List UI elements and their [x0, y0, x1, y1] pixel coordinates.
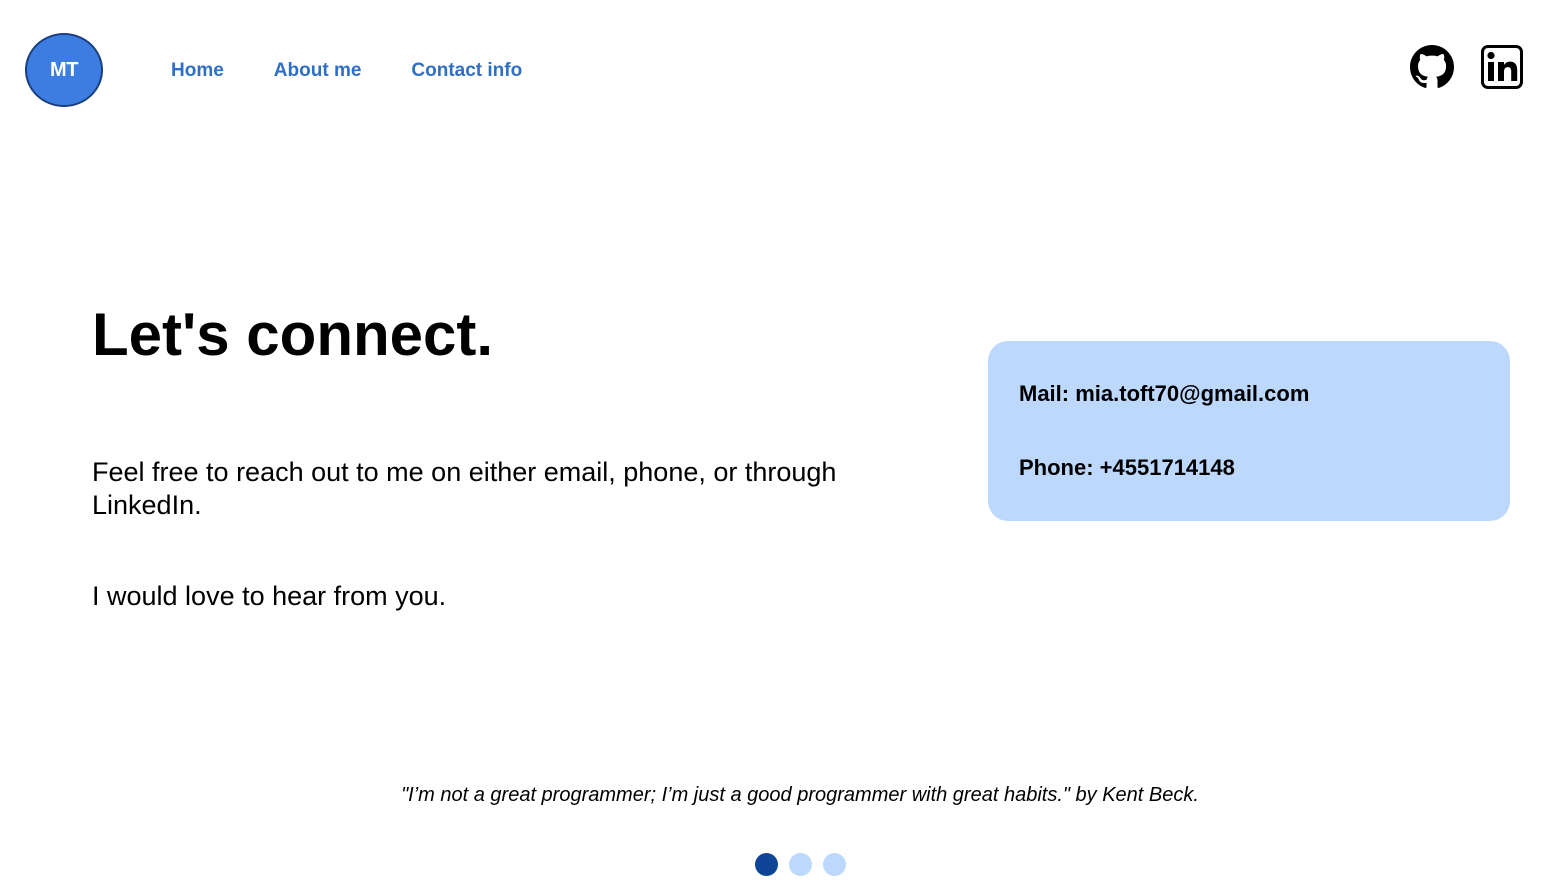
carousel-dot-1[interactable]	[755, 853, 778, 876]
linkedin-icon	[1481, 45, 1523, 89]
carousel-dot-2[interactable]	[789, 853, 812, 876]
carousel-dot-3[interactable]	[823, 853, 846, 876]
nav-link-home[interactable]: Home	[171, 58, 224, 84]
intro-paragraph: Feel free to reach out to me on either e…	[92, 457, 837, 520]
page-title: Let's connect.	[92, 301, 494, 368]
github-link[interactable]	[1410, 44, 1454, 90]
closing-paragraph: I would love to hear from you.	[92, 581, 447, 611]
contact-phone[interactable]: Phone: +4551714148	[1019, 454, 1235, 482]
social-links	[1410, 44, 1524, 90]
page: MT Home About me Contact info Let's conn…	[0, 0, 1564, 891]
nav-link-contact-info[interactable]: Contact info	[411, 58, 522, 84]
logo-text: MT	[50, 58, 78, 81]
contact-card: Mail: mia.toft70@gmail.com Phone: +45517…	[988, 341, 1510, 521]
logo-badge[interactable]: MT	[25, 33, 103, 107]
quote-text: "I’m not a great programmer; I’m just a …	[401, 784, 1199, 806]
linkedin-link[interactable]	[1480, 44, 1524, 90]
carousel-dots	[755, 853, 846, 876]
nav-link-about-me[interactable]: About me	[274, 58, 362, 84]
github-icon	[1410, 45, 1454, 88]
main-nav: Home About me Contact info	[171, 58, 572, 84]
contact-email[interactable]: Mail: mia.toft70@gmail.com	[1019, 380, 1309, 408]
